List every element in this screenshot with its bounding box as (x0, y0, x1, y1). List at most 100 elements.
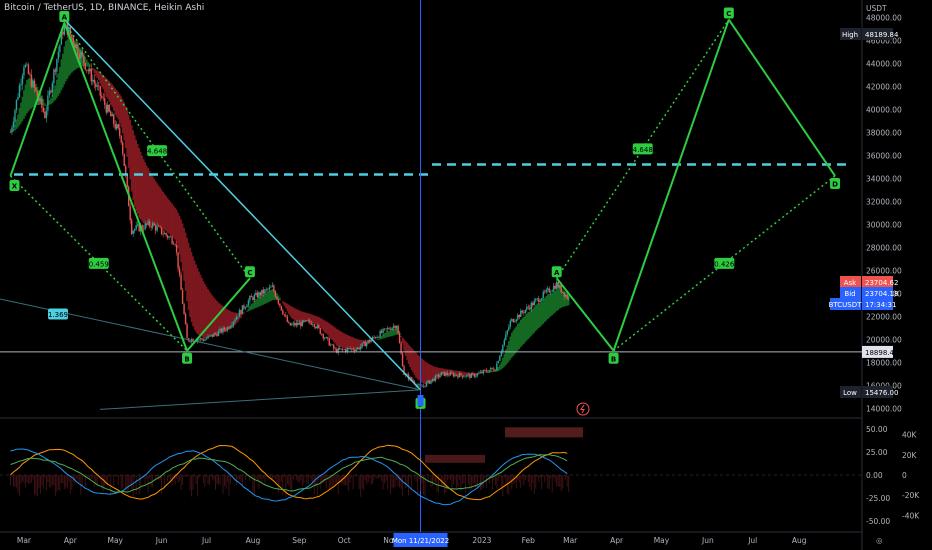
candle-body (267, 289, 269, 290)
candle-body (557, 282, 559, 288)
price-tick-label: 28000.00 (866, 243, 902, 252)
candle-body (171, 236, 173, 244)
candle-body (358, 347, 360, 350)
candle-body (442, 371, 444, 373)
candle-body (262, 289, 265, 294)
candle-body (243, 305, 245, 309)
candle-body (210, 334, 212, 336)
candle-body (30, 74, 33, 87)
candle-body (246, 305, 248, 308)
candle-body (475, 375, 477, 377)
candle-body (355, 349, 357, 351)
candle-body (42, 107, 45, 112)
candle-body (163, 232, 166, 235)
candle-body (204, 339, 206, 341)
chart-canvas[interactable]: XABCDABCD0.4594.6481.3694.6480.426 48000… (0, 0, 932, 550)
time-tick-label: May (654, 536, 670, 545)
candle-body (80, 52, 82, 59)
candle-body (394, 325, 396, 329)
candle-body (529, 307, 531, 310)
candle-body (476, 373, 479, 376)
candle-body (144, 223, 146, 230)
candle-body (273, 285, 275, 292)
candle-body (550, 291, 552, 293)
candle-body (145, 223, 148, 225)
candle-body (17, 97, 19, 100)
candle-body (44, 111, 46, 118)
candle-body (41, 98, 43, 108)
candle-body (271, 285, 274, 287)
pattern-label-B: B (184, 355, 189, 363)
candle-body (374, 337, 377, 339)
candle-body (497, 360, 500, 364)
candle-body (18, 85, 21, 98)
price-tick-label: 22000.00 (866, 312, 902, 321)
candle-body (283, 314, 286, 316)
candle-body (541, 298, 543, 301)
osc-right-tick-label: -20K (902, 491, 920, 500)
candle-body (521, 310, 523, 313)
candle-body (536, 298, 538, 300)
osc-zone-2 (425, 454, 485, 463)
candle-body (189, 340, 191, 342)
pattern-label-C: C (247, 269, 252, 277)
candle-body (395, 325, 398, 329)
candle-body (532, 302, 534, 306)
candle-body (364, 341, 366, 347)
ask-badge-label: Ask (844, 279, 857, 287)
candle-body (488, 370, 491, 373)
candle-body (159, 226, 161, 228)
candle-body (29, 73, 31, 75)
candle-body (359, 346, 362, 350)
candle-body (430, 380, 432, 384)
candle-body (367, 340, 369, 343)
candle-body (199, 338, 202, 340)
candle-body (105, 104, 107, 113)
candle-body (237, 316, 239, 318)
candle-body (255, 292, 257, 295)
time-tick-label: Mar (17, 536, 32, 545)
candle-body (340, 348, 342, 350)
candle-body (157, 226, 160, 228)
candle-body (545, 289, 547, 293)
candle-body (344, 349, 347, 352)
candle-body (84, 63, 87, 70)
candle-body (23, 67, 25, 76)
candle-body (505, 333, 507, 340)
candle-body (362, 341, 365, 344)
candle-body (56, 59, 58, 72)
candle-body (331, 344, 333, 346)
candle-body (460, 373, 462, 376)
bid-badge-label: Bid (844, 290, 855, 298)
osc-tick-label: 0.00 (866, 471, 883, 480)
candle-body (265, 289, 268, 290)
time-tick-label: Oct (338, 536, 351, 545)
candle-body (466, 374, 468, 377)
candle-body (274, 291, 277, 297)
candle-body (472, 373, 474, 375)
candle-body (455, 374, 458, 376)
candle-body (563, 292, 565, 297)
candle-body (527, 306, 529, 308)
candle-body (365, 342, 368, 347)
candle-body (201, 338, 203, 340)
candle-body (165, 232, 167, 236)
candle-body (389, 329, 392, 331)
candle-body (330, 344, 332, 346)
candle-body (59, 44, 61, 52)
candle-body (126, 175, 128, 187)
candle-body (315, 326, 317, 329)
candle-body (548, 288, 550, 293)
candle-body (321, 333, 323, 335)
candle-body (457, 375, 459, 378)
candle-body (484, 370, 486, 371)
candle-body (297, 322, 299, 325)
osc-right-tick-label: 40K (902, 431, 918, 440)
candle-body (428, 380, 431, 384)
candle-body (147, 221, 149, 225)
candle-body (425, 382, 428, 387)
candle-body (178, 268, 181, 275)
candle-body (368, 340, 371, 342)
candle-body (39, 98, 42, 102)
candle-body (174, 244, 176, 246)
